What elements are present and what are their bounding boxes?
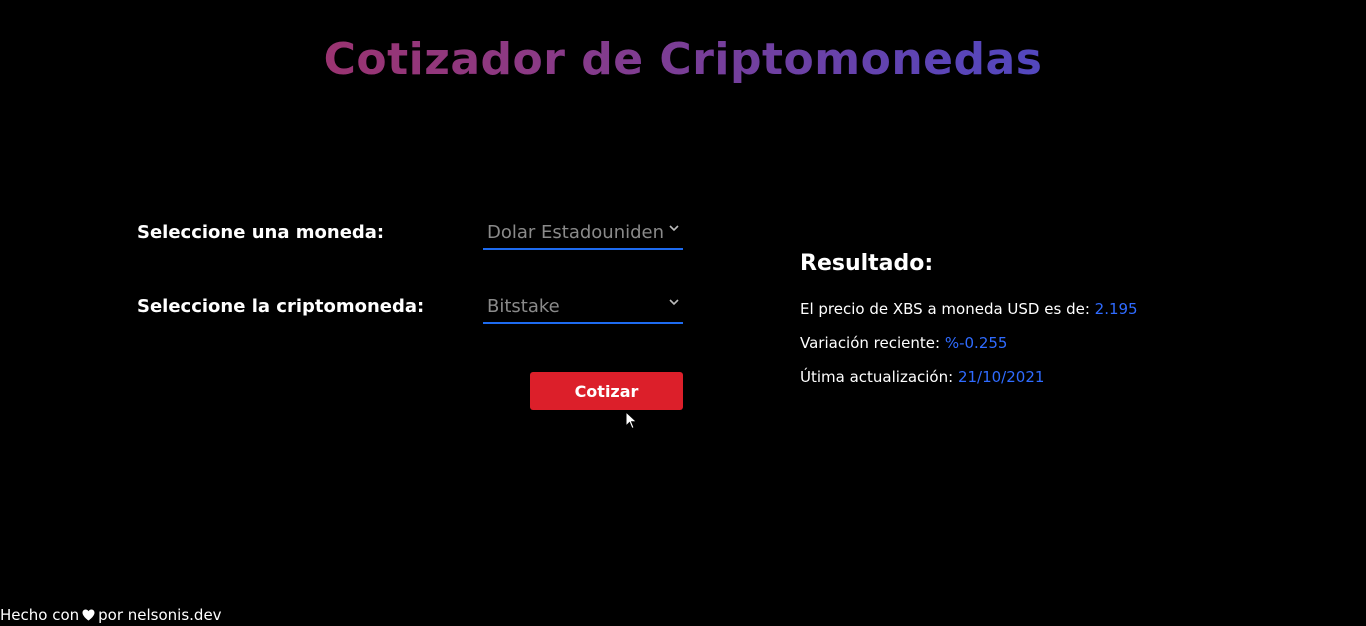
updated-line: Útima actualización: 21/10/2021 (800, 366, 1280, 388)
chevron-down-icon (669, 298, 679, 306)
price-label: El precio de XBS a moneda USD es de: (800, 300, 1090, 318)
updated-value: 21/10/2021 (957, 368, 1045, 386)
currency-select[interactable]: Dolar Estadounidense (483, 218, 683, 250)
price-line: El precio de XBS a moneda USD es de: 2.1… (800, 298, 1280, 320)
mouse-cursor-icon (625, 410, 639, 431)
cotizar-button[interactable]: Cotizar (530, 372, 683, 410)
footer-text-before: Hecho con (0, 606, 80, 624)
heart-icon (82, 605, 95, 626)
currency-label: Seleccione una moneda: (137, 222, 385, 243)
price-value: 2.195 (1094, 300, 1138, 318)
updated-label: Útima actualización: (800, 368, 954, 386)
chevron-down-icon (669, 224, 679, 232)
crypto-select-value: Bitstake (487, 296, 560, 317)
change-label: Variación reciente: (800, 334, 941, 352)
change-value: %-0.255 (944, 334, 1008, 352)
crypto-label: Seleccione la criptomoneda: (137, 296, 425, 317)
currency-select-value: Dolar Estadounidense (487, 222, 663, 243)
footer-text-after: por nelsonis.dev (98, 606, 222, 624)
page: Cotizador de Criptomonedas Seleccione un… (0, 0, 1366, 626)
quote-form: Seleccione una moneda: Dolar Estadounide… (137, 216, 697, 410)
footer: Hecho con por nelsonis.dev (0, 604, 222, 626)
currency-row: Seleccione una moneda: Dolar Estadounide… (137, 216, 697, 256)
crypto-row: Seleccione la criptomoneda: Bitstake (137, 290, 697, 330)
result-panel: Resultado: El precio de XBS a moneda USD… (800, 248, 1280, 400)
change-line: Variación reciente: %-0.255 (800, 332, 1280, 354)
result-heading: Resultado: (800, 251, 934, 276)
crypto-select[interactable]: Bitstake (483, 292, 683, 324)
page-title: Cotizador de Criptomonedas (0, 30, 1366, 90)
